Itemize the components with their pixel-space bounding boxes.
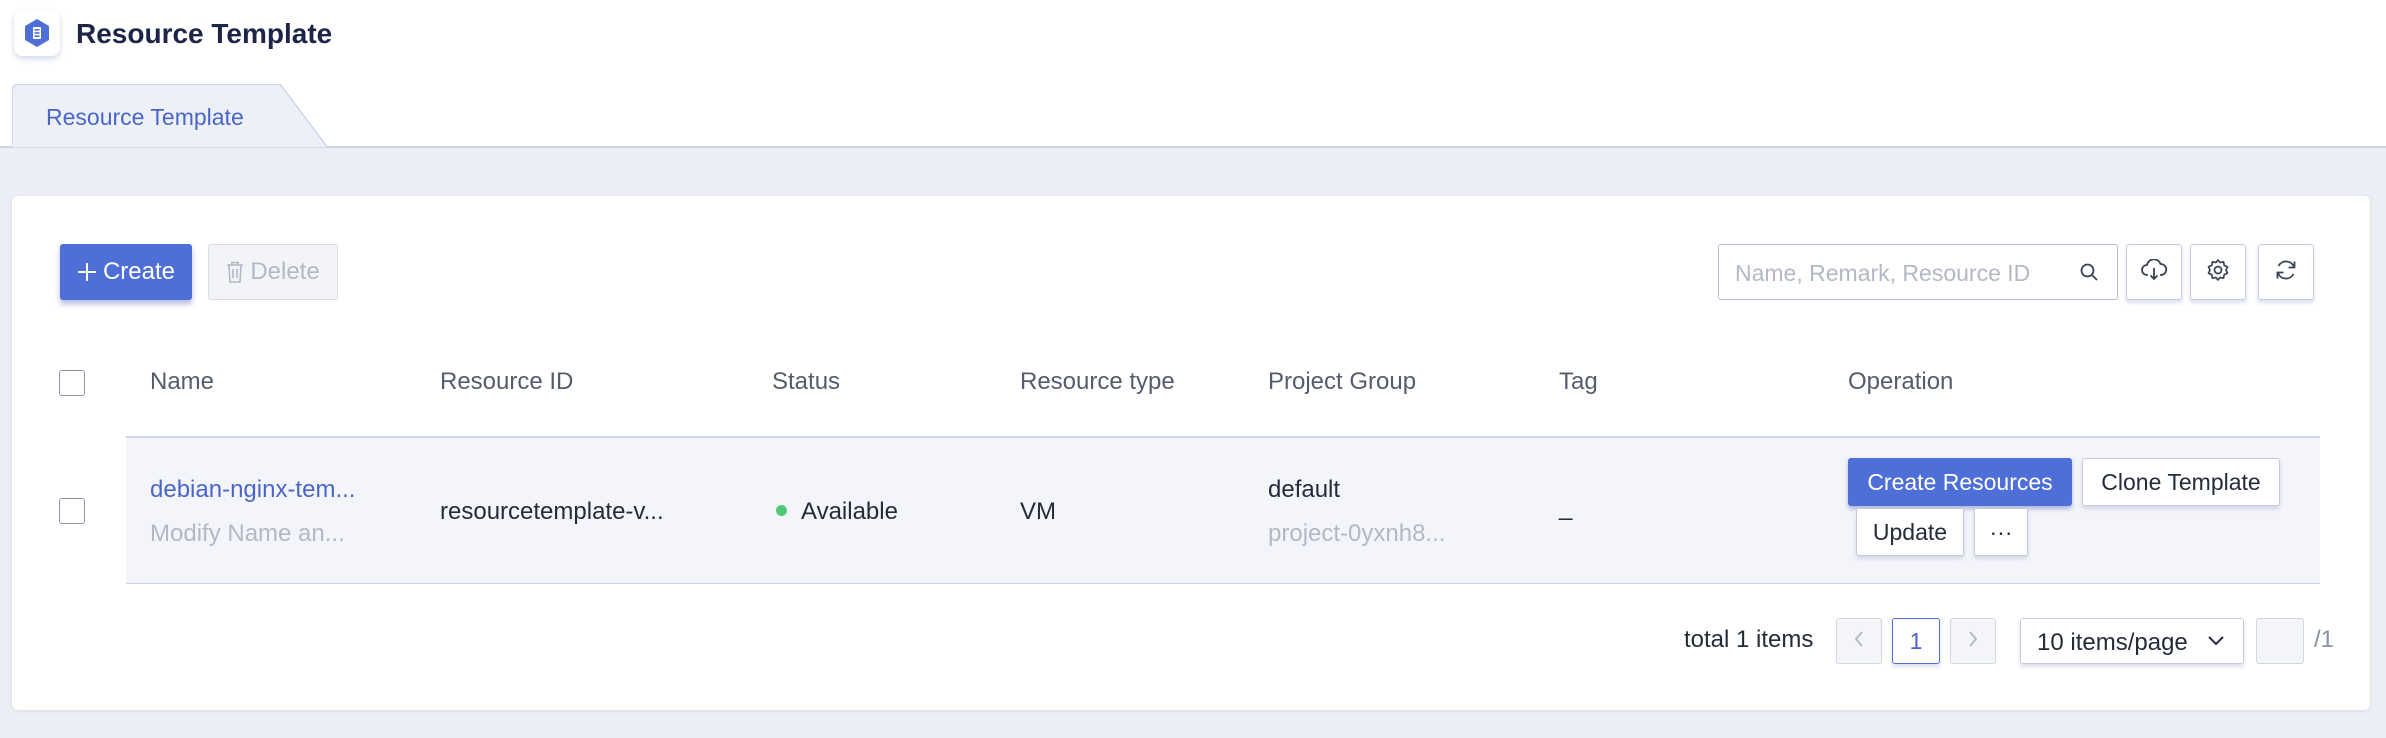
status-text: Available bbox=[801, 498, 898, 525]
more-actions-button[interactable]: ··· bbox=[1974, 508, 2028, 556]
column-header-resource-id[interactable]: Resource ID bbox=[440, 368, 573, 396]
template-remark: Modify Name an... bbox=[150, 520, 345, 547]
tab-label: Resource Template bbox=[46, 104, 244, 130]
tag-value: _ bbox=[1559, 494, 1573, 521]
plus-icon bbox=[77, 262, 97, 282]
settings-button[interactable] bbox=[2190, 244, 2246, 300]
column-header-status[interactable]: Status bbox=[772, 368, 840, 396]
column-header-project-group[interactable]: Project Group bbox=[1268, 368, 1416, 396]
chevron-down-icon bbox=[2208, 636, 2224, 646]
create-label: Create bbox=[102, 258, 176, 285]
search-box[interactable] bbox=[1718, 244, 2118, 300]
project-group-id: project-0yxnh8... bbox=[1268, 520, 1446, 547]
create-resources-button[interactable]: Create Resources bbox=[1848, 458, 2072, 506]
create-button[interactable]: Create bbox=[60, 244, 192, 300]
row-checkbox[interactable] bbox=[59, 498, 85, 524]
search-icon[interactable] bbox=[2079, 262, 2099, 287]
column-header-resource-type[interactable]: Resource type bbox=[1020, 368, 1175, 396]
refresh-icon bbox=[2274, 258, 2298, 287]
page-count: /1 bbox=[2314, 626, 2335, 653]
search-input[interactable] bbox=[1735, 259, 2065, 287]
clone-template-button[interactable]: Clone Template bbox=[2082, 458, 2280, 506]
tab-resource-template[interactable]: Resource Template bbox=[12, 84, 328, 148]
prev-page-button[interactable] bbox=[1836, 618, 1882, 664]
gear-icon bbox=[2206, 258, 2230, 287]
status-badge: Available bbox=[776, 498, 898, 526]
delete-button[interactable]: Delete bbox=[208, 244, 338, 300]
resource-type: VM bbox=[1020, 498, 1056, 525]
page-size-value: 10 items/page bbox=[2037, 629, 2188, 656]
trash-icon bbox=[226, 261, 244, 283]
resource-template-icon bbox=[14, 10, 60, 56]
chevron-right-icon bbox=[1967, 630, 1979, 653]
cloud-download-icon bbox=[2141, 257, 2168, 286]
page-size-select[interactable]: 10 items/page bbox=[2020, 618, 2244, 664]
column-header-name[interactable]: Name bbox=[150, 368, 214, 396]
template-name-link[interactable]: debian-nginx-tem... bbox=[150, 476, 355, 504]
download-button[interactable] bbox=[2126, 244, 2182, 300]
refresh-button[interactable] bbox=[2258, 244, 2314, 300]
content-card: Create Delete Name, Remark, Resource ID … bbox=[12, 196, 2370, 710]
top-bar: Resource Template bbox=[0, 0, 2386, 84]
page-title: Resource Template bbox=[76, 18, 333, 49]
page-number-current[interactable]: 1 bbox=[1892, 618, 1940, 664]
column-header-operation: Operation bbox=[1848, 368, 1954, 395]
table-row: debian-nginx-tem... Modify Name an... re… bbox=[126, 438, 2320, 584]
page-jump-input[interactable] bbox=[2256, 618, 2304, 664]
column-header-tag[interactable]: Tag bbox=[1559, 368, 1598, 396]
next-page-button[interactable] bbox=[1950, 618, 1996, 664]
select-all-checkbox[interactable] bbox=[59, 370, 85, 396]
total-items-text: total 1 items bbox=[1684, 626, 1814, 653]
tab-bar: Resource Template bbox=[0, 84, 2386, 148]
status-dot-icon bbox=[776, 505, 787, 517]
chevron-left-icon bbox=[1853, 630, 1865, 653]
update-button[interactable]: Update bbox=[1856, 508, 1964, 556]
project-group-name: default bbox=[1268, 476, 1341, 503]
resource-id: resourcetemplate-v... bbox=[440, 498, 664, 525]
delete-label: Delete bbox=[250, 258, 320, 285]
